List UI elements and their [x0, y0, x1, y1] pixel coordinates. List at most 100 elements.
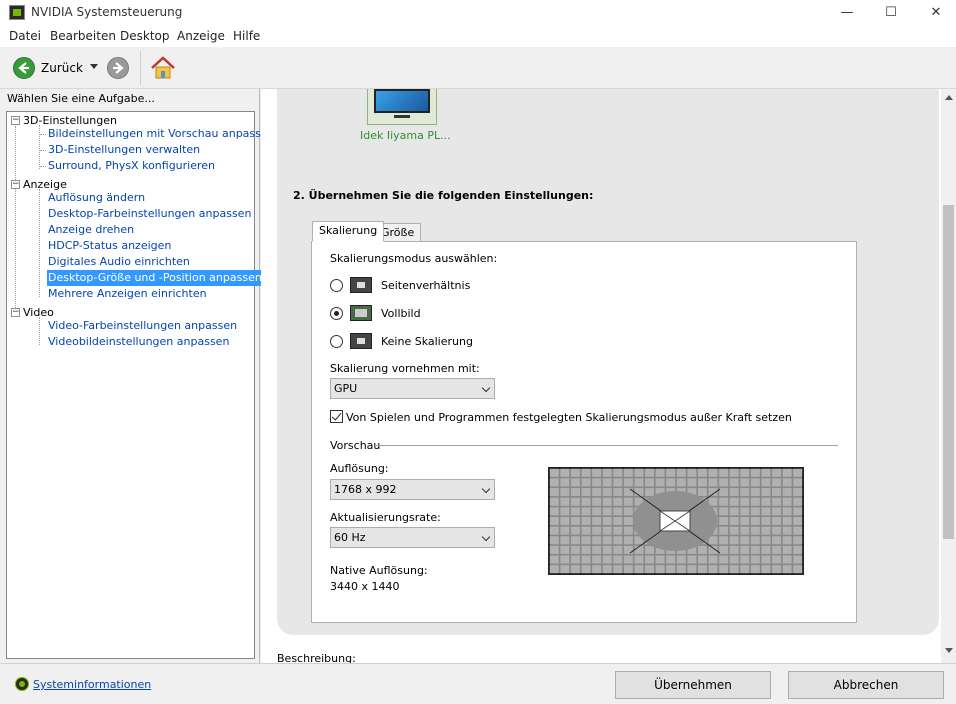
- tree-item-video-farbe[interactable]: Video-Farbeinstellungen anpassen: [47, 318, 238, 334]
- preview-grid-cell: [740, 478, 750, 487]
- preview-grid-cell: [613, 565, 623, 574]
- preview-grid-cell: [793, 516, 803, 526]
- preview-grid-cell: [676, 565, 686, 574]
- preview-grid-cell: [719, 555, 729, 564]
- systeminformationen-link[interactable]: Systeminformationen: [33, 678, 151, 691]
- preview-grid-cell: [560, 488, 570, 497]
- collapse-icon[interactable]: −: [11, 307, 20, 317]
- preview-grid-cell: [602, 497, 612, 506]
- preview-grid-cell: [581, 516, 591, 526]
- preview-grid-cell: [613, 536, 623, 545]
- preview-grid-cell: [623, 555, 633, 564]
- override-checkbox[interactable]: [330, 410, 343, 423]
- tree-item-digitales-audio[interactable]: Digitales Audio einrichten: [47, 254, 191, 270]
- nvidia-info-icon[interactable]: [15, 677, 29, 691]
- preview-grid-cell: [655, 565, 665, 574]
- back-button[interactable]: Zurück: [41, 61, 83, 75]
- preview-grid-cell: [602, 536, 612, 545]
- preview-grid-cell: [782, 478, 792, 487]
- tree-item-desktop-groesse[interactable]: Desktop-Größe und -Position anpassen: [47, 270, 263, 286]
- close-button[interactable]: ✕: [913, 0, 956, 25]
- fullscreen-icon: [350, 305, 372, 321]
- radio-label-vollbild[interactable]: Vollbild: [381, 307, 421, 320]
- preview-grid-cell: [697, 545, 707, 554]
- scroll-up-icon[interactable]: [945, 95, 953, 100]
- scroll-down-icon[interactable]: [945, 648, 953, 653]
- back-history-dropdown-icon[interactable]: [90, 64, 98, 69]
- preview-grid-cell: [623, 478, 633, 487]
- collapse-icon[interactable]: −: [11, 115, 20, 125]
- preview-grid-cell: [560, 478, 570, 487]
- preview-grid-cell: [719, 468, 729, 477]
- preview-grid-cell: [570, 478, 580, 487]
- preview-grid-cell: [602, 545, 612, 554]
- preview-grid-cell: [729, 545, 739, 554]
- home-icon[interactable]: [150, 55, 176, 81]
- preview-grid-cell: [549, 545, 559, 554]
- resolution-select[interactable]: 1768 x 992: [330, 479, 495, 500]
- cancel-button[interactable]: Abbrechen: [788, 671, 944, 699]
- tree-item-anzeige-drehen[interactable]: Anzeige drehen: [47, 222, 135, 238]
- menu-anzeige[interactable]: Anzeige: [177, 29, 225, 43]
- tree-item-hdcp[interactable]: HDCP-Status anzeigen: [47, 238, 172, 254]
- tree-item-bildeinstellungen[interactable]: Bildeinstellungen mit Vorschau anpassen: [47, 126, 276, 142]
- chevron-down-icon: [481, 484, 491, 494]
- preview-grid-cell: [592, 526, 602, 535]
- tree-item-surround-physx[interactable]: Surround, PhysX konfigurieren: [47, 158, 216, 174]
- preview-grid-cell: [592, 478, 602, 487]
- content-scrollbar[interactable]: [941, 89, 956, 663]
- tree-item-aufloesung[interactable]: Auflösung ändern: [47, 190, 146, 206]
- menu-datei[interactable]: Datei: [9, 29, 41, 43]
- tree-item-videobild[interactable]: Videobildeinstellungen anpassen: [47, 334, 230, 350]
- preview-grid-cell: [613, 516, 623, 526]
- menu-desktop[interactable]: Desktop: [120, 29, 170, 43]
- preview-grid-cell: [782, 555, 792, 564]
- preview-grid-cell: [549, 478, 559, 487]
- preview-grid-cell: [592, 488, 602, 497]
- perform-scaling-select[interactable]: GPU: [330, 378, 495, 399]
- radio-vollbild[interactable]: [330, 307, 343, 320]
- radio-label-seitenverhaeltnis[interactable]: Seitenverhältnis: [381, 279, 470, 292]
- tree-item-desktop-farbe[interactable]: Desktop-Farbeinstellungen anpassen: [47, 206, 252, 222]
- radio-label-keine-skalierung[interactable]: Keine Skalierung: [381, 335, 473, 348]
- preview-grid-cell: [592, 545, 602, 554]
- forward-arrow-icon[interactable]: [107, 57, 129, 79]
- maximize-button[interactable]: ☐: [868, 0, 914, 25]
- tree-item-mehrere-anzeigen[interactable]: Mehrere Anzeigen einrichten: [47, 286, 208, 302]
- tree-guide-line: [39, 189, 40, 297]
- preview-grid-cell: [623, 526, 633, 535]
- preview-grid-cell: [719, 536, 729, 545]
- preview-grid-cell: [708, 478, 718, 487]
- tree-item-3d-verwalten[interactable]: 3D-Einstellungen verwalten: [47, 142, 201, 158]
- minimize-button[interactable]: —: [824, 0, 870, 25]
- display-selector[interactable]: [367, 89, 437, 125]
- tab-skalierung[interactable]: Skalierung: [312, 221, 385, 242]
- tree-connector: [40, 150, 46, 151]
- menu-hilfe[interactable]: Hilfe: [233, 29, 260, 43]
- override-label[interactable]: Von Spielen und Programmen festgelegten …: [346, 411, 792, 424]
- tree-guide-line: [39, 317, 40, 345]
- menu-bearbeiten[interactable]: Bearbeiten: [50, 29, 116, 43]
- preview-grid-cell: [602, 565, 612, 574]
- preview-grid-cell: [750, 488, 760, 497]
- radio-seitenverhaeltnis[interactable]: [330, 279, 343, 292]
- tree-guide-line: [39, 125, 40, 169]
- preview-grid-cell: [592, 497, 602, 506]
- preview-grid-cell: [772, 545, 782, 554]
- native-resolution-label: Native Auflösung:: [330, 564, 428, 577]
- preview-grid-cell: [676, 478, 686, 487]
- preview-grid-cell: [740, 536, 750, 545]
- preview-grid-cell: [782, 468, 792, 477]
- scroll-thumb[interactable]: [943, 205, 954, 539]
- back-arrow-icon[interactable]: [13, 57, 35, 79]
- radio-keine-skalierung[interactable]: [330, 335, 343, 348]
- preview-grid-cell: [570, 536, 580, 545]
- collapse-icon[interactable]: −: [11, 179, 20, 189]
- apply-button[interactable]: Übernehmen: [615, 671, 771, 699]
- no-scaling-icon: [350, 333, 372, 349]
- preview-grid-cell: [772, 488, 782, 497]
- task-panel-header: Wählen Sie eine Aufgabe...: [7, 92, 155, 105]
- refresh-rate-select[interactable]: 60 Hz: [330, 527, 495, 548]
- preview-grid-cell: [740, 497, 750, 506]
- tree-guide-line: [15, 126, 16, 308]
